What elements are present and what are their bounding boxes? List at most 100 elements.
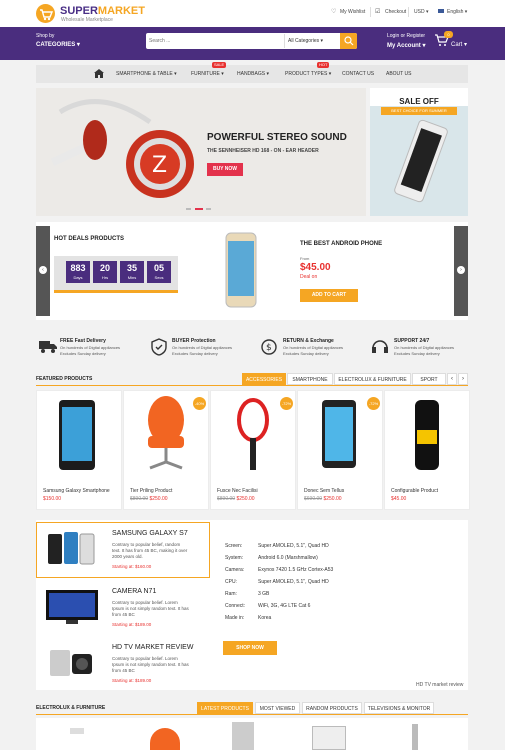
countdown-value: 20 <box>99 263 110 273</box>
shop-now-button[interactable]: SHOP NOW <box>223 641 277 655</box>
bottom-tab[interactable]: MOST VIEWED <box>255 702 300 714</box>
compare-item-image[interactable] <box>46 588 98 626</box>
search-button[interactable] <box>340 33 357 49</box>
compare-item-desc: Contrary to popular belief. Lorem <box>112 600 178 605</box>
product-price-row: $890.00 $250.00 <box>130 496 168 502</box>
featured-tab[interactable]: SPORT <box>412 373 446 385</box>
spec-value: Exynos 7420 1.5 GHz Cortex-A53 <box>258 567 334 573</box>
menu-item-handbags[interactable]: HANDBAGS ▾ <box>237 71 269 77</box>
svg-text:$: $ <box>266 343 272 353</box>
checkout-icon: ☑ <box>375 9 381 15</box>
service-line: On hundreds of Digital appliances <box>394 345 455 350</box>
headphone-image: Z <box>50 99 194 198</box>
featured-tab[interactable]: ELECTROLUX & FURNITURE <box>334 373 411 385</box>
product-old-price: $890.00 <box>217 496 236 502</box>
service-line: Excludes Sunday delivery <box>172 351 218 356</box>
bottom-tab[interactable]: TELEVISIONS & MONITOR <box>364 702 434 714</box>
slide-dot[interactable] <box>186 208 191 210</box>
logo-title[interactable]: SUPERMARKET <box>60 5 145 17</box>
product-old-price: $890.00 <box>130 496 149 502</box>
compare-item-image[interactable] <box>46 644 98 682</box>
search-category-select[interactable]: All Categories ▾ <box>284 34 338 48</box>
countdown-secs: 05 Secs <box>147 261 171 283</box>
compare-item-desc: Ipsum is not simply random text. It has <box>112 662 189 667</box>
featured-tab[interactable]: ACCESSORIES <box>242 373 286 385</box>
add-to-cart-button[interactable]: ADD TO CART <box>300 289 358 302</box>
product-image[interactable] <box>39 396 119 476</box>
product-price: $150.00 <box>43 496 62 502</box>
countdown-value: 35 <box>126 263 137 273</box>
discount-badge: -72% <box>367 397 380 410</box>
cart-button[interactable]: Cart ▾ <box>451 41 467 48</box>
bottom-tab[interactable]: LATEST PRODUCTS <box>197 702 253 714</box>
product-thumb[interactable] <box>412 724 418 750</box>
chevron-right-icon[interactable]: › <box>458 373 468 385</box>
bottom-tab[interactable]: RANDOM PRODUCTS <box>302 702 362 714</box>
menu-item-smartphone[interactable]: SMARTPHONE & TABLE ▾ <box>116 71 177 77</box>
truck-icon <box>38 338 58 356</box>
product-name[interactable]: Fusce Nec Facilisi <box>217 488 258 494</box>
spec-label: CPU: <box>225 579 237 585</box>
slide-dot-active[interactable] <box>195 208 203 210</box>
compare-item-title[interactable]: CAMERA N71 <box>112 588 156 595</box>
search-input[interactable] <box>149 36 281 46</box>
product-name[interactable]: Tier Priling Product <box>130 488 172 494</box>
deal-from-label: From <box>300 256 310 261</box>
service-line: On hundreds of Digital appliances <box>283 345 344 350</box>
hd-tv-image-alt: HD TV market review <box>416 682 464 688</box>
menu-item-product-types[interactable]: PRODUCT TYPES ▾ <box>285 71 331 77</box>
checkout-link[interactable]: Checkout <box>385 9 406 15</box>
compare-item-desc: 2000 years old. <box>112 554 143 559</box>
product-price: $250.00 <box>149 496 168 502</box>
wishlist-link[interactable]: My Wishlist <box>340 9 365 15</box>
product-name[interactable]: Donec Sem Tellus <box>304 488 344 494</box>
home-icon[interactable] <box>94 69 104 80</box>
product-old-price: $690.00 <box>304 496 323 502</box>
product-thumb[interactable] <box>232 722 254 750</box>
product-price: $250.00 <box>323 496 342 502</box>
slide-dot[interactable] <box>206 208 211 210</box>
product-thumb[interactable] <box>150 728 180 750</box>
product-image[interactable] <box>387 396 467 476</box>
deal-product-name[interactable]: THE BEST ANDROID PHONE <box>300 241 382 247</box>
menu-item-contact[interactable]: CONTACT US <box>342 71 374 77</box>
countdown-unit: Mins <box>127 275 137 280</box>
menu-item-about[interactable]: ABOUT US <box>386 71 411 77</box>
currency-select[interactable]: USD ▾ <box>414 9 428 15</box>
product-thumb[interactable] <box>312 726 346 750</box>
product-thumb[interactable] <box>70 728 84 734</box>
cart-logo-icon[interactable] <box>36 4 55 23</box>
countdown-value: 05 <box>153 263 164 273</box>
service-line: Excludes Sunday delivery <box>394 351 440 356</box>
compare-item-title[interactable]: HD TV MARKET REVIEW <box>112 644 193 651</box>
product-name[interactable]: Samsung Galaxy Smartphone <box>43 488 110 494</box>
buy-now-button[interactable]: BUY NOW <box>207 163 243 176</box>
product-price-row: $150.00 <box>43 496 61 502</box>
my-account-dropdown[interactable]: My Account ▾ <box>387 42 425 49</box>
categories-dropdown[interactable]: CATEGORIES ▾ <box>36 41 80 48</box>
login-register-link[interactable]: Login or Register <box>387 33 425 39</box>
phone-image <box>394 119 448 203</box>
compare-starting-price: Starting at: $189.00 <box>112 678 152 683</box>
compare-item-image[interactable] <box>46 530 98 568</box>
product-name[interactable]: Configurable Product <box>391 488 438 494</box>
spec-value: Android 6.0 (Marshmallow) <box>258 555 318 561</box>
product-price-row: $890.00 $250.00 <box>217 496 255 502</box>
compare-starting-price: Starting at: $160.00 <box>112 564 152 569</box>
hero-title: POWERFUL STEREO SOUND <box>207 132 347 143</box>
hot-deals-title: HOT DEALS PRODUCTS <box>54 236 125 242</box>
countdown-timer: 883 Days 20 Hrs 35 Mins 05 Secs <box>66 261 171 283</box>
chevron-left-icon[interactable]: ‹ <box>447 373 457 385</box>
featured-tab[interactable]: SMARTPHONE <box>287 373 333 385</box>
chevron-left-icon[interactable]: ‹ <box>39 266 47 274</box>
shield-icon <box>150 338 168 358</box>
compare-item-title[interactable]: SAMSUNG GALAXY S7 <box>112 530 188 537</box>
android-phone-image <box>225 232 257 308</box>
service-line: Excludes Sunday delivery <box>60 351 106 356</box>
compare-item-desc: Ipsum is not simply random text. It has <box>112 606 189 611</box>
chevron-right-icon[interactable]: › <box>457 266 465 274</box>
support-icon <box>370 338 390 358</box>
menu-item-furniture[interactable]: FURNITURE ▾ <box>191 71 224 77</box>
countdown-mins: 35 Mins <box>120 261 144 283</box>
language-select[interactable]: English ▾ <box>447 9 467 15</box>
